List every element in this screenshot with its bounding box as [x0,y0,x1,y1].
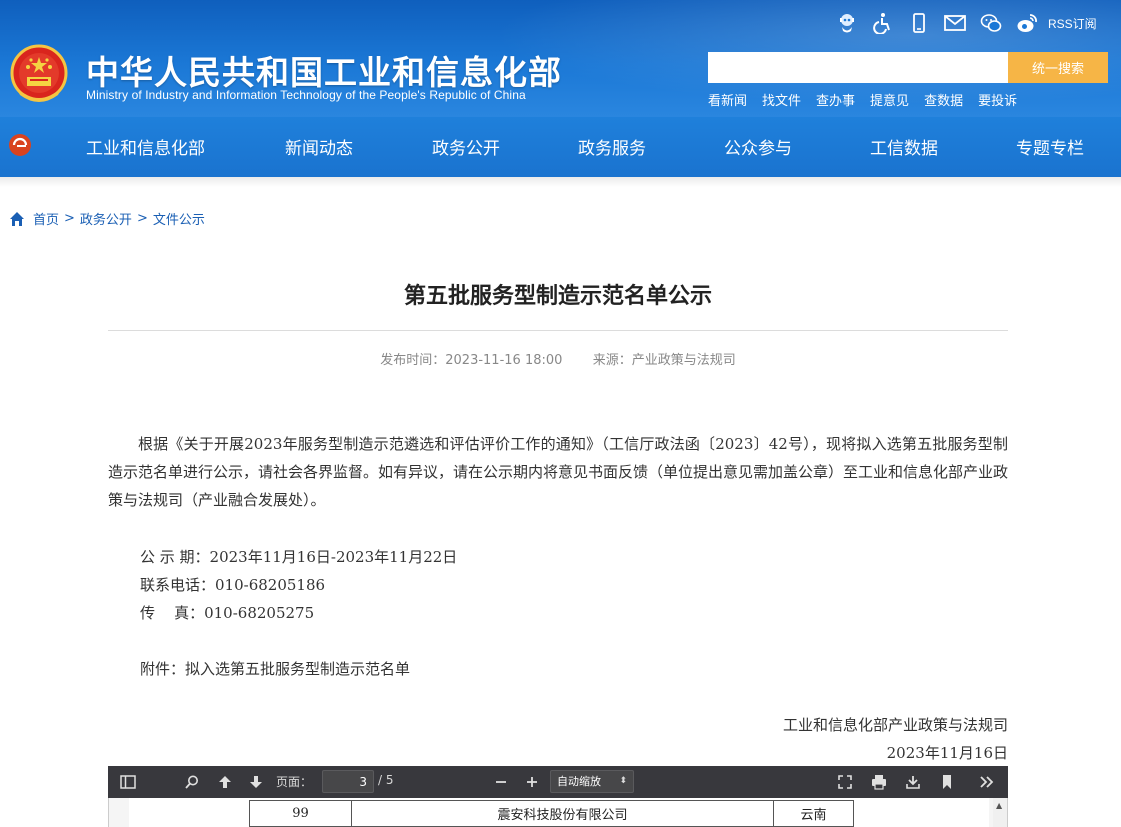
pdf-document-view[interactable]: 99 震安科技股份有限公司 云南 ▲ [108,798,1008,827]
quick-link-services[interactable]: 查办事 [816,90,855,109]
sidebar-toggle-icon[interactable] [118,772,138,792]
publish-time: 2023-11-16 18:00 [445,353,563,368]
table-cell-no: 99 [249,800,352,827]
download-icon[interactable] [903,772,923,792]
quick-link-documents[interactable]: 找文件 [762,90,801,109]
home-icon[interactable] [9,211,25,227]
zoom-value: 自动缩放 [557,775,601,788]
presentation-mode-icon[interactable] [835,772,855,792]
mail-icon[interactable] [942,10,968,36]
nav-item-news[interactable]: 新闻动态 [285,134,353,159]
site-subtitle: Ministry of Industry and Information Tec… [86,88,526,102]
breadcrumb-home[interactable]: 首页 [33,209,59,228]
breadcrumb-separator: > [64,211,75,226]
pdf-table: 99 震安科技股份有限公司 云南 [249,800,854,827]
article-body: 根据《关于开展2023年服务型制造示范遴选和评估评价工作的通知》（工信厅政法函〔… [108,435,1009,509]
contact-fax: 传 真：010-68205275 [140,604,315,622]
nav-item-special-topics[interactable]: 专题专栏 [1016,134,1084,159]
quick-link-feedback[interactable]: 提意见 [870,90,909,109]
accessibility-icon[interactable] [870,10,896,36]
national-emblem-logo[interactable] [8,43,70,107]
nav-item-public-participation[interactable]: 公众参与 [724,134,792,159]
notice-period: 公 示 期：2023年11月16日-2023年11月22日 [140,548,458,566]
search-input[interactable] [708,52,1008,83]
title-divider [108,330,1008,331]
table-cell-region: 云南 [773,800,854,827]
next-page-icon[interactable] [246,772,266,792]
print-icon[interactable] [869,772,889,792]
page-total: / 5 [378,773,394,787]
site-title: 中华人民共和国工业和信息化部 [86,53,562,92]
find-icon[interactable] [182,772,202,792]
signature-org: 工业和信息化部产业政策与法规司 [782,716,1008,734]
breadcrumb: 首页 > 政务公开 > 文件公示 [9,209,205,228]
robot-assistant-icon[interactable] [834,10,860,36]
breadcrumb-gov-affairs[interactable]: 政务公开 [80,209,132,228]
table-cell-company: 震安科技股份有限公司 [351,800,774,827]
publish-time-label: 发布时间： [380,353,446,368]
table-row: 99 震安科技股份有限公司 云南 [249,800,854,827]
wechat-icon[interactable] [978,10,1004,36]
attachment-link[interactable]: 附件：拟入选第五批服务型制造示范名单 [140,658,410,679]
nav-item-ministry[interactable]: 工业和信息化部 [86,134,205,159]
rss-subscribe-link[interactable]: RSS订阅 [1048,15,1097,32]
search-button[interactable]: 统一搜索 [1008,52,1108,83]
signature-date: 2023年11月16日 [886,744,1008,762]
page-label: 页面： [276,775,313,789]
breadcrumb-separator: > [136,211,148,226]
breadcrumb-document-notice[interactable]: 文件公示 [153,209,205,228]
nav-item-gov-services[interactable]: 政务服务 [578,134,646,159]
site-header: 中华人民共和国工业和信息化部 Ministry of Industry and … [0,0,1121,117]
nav-item-gov-affairs[interactable]: 政务公开 [432,134,500,159]
page-number-input[interactable] [322,770,374,793]
previous-page-icon[interactable] [215,772,235,792]
zoom-select[interactable]: 自动缩放 ⬍ [550,770,634,793]
nav-shadow [0,177,1121,187]
quick-link-complaint[interactable]: 要投诉 [978,90,1017,109]
bookmark-icon[interactable] [937,772,957,792]
source-label: 来源： [592,353,632,368]
zoom-out-icon[interactable] [491,772,511,792]
mobile-icon[interactable] [906,10,932,36]
tools-menu-icon[interactable] [977,772,997,792]
select-caret-icon: ⬍ [619,776,627,786]
pdf-scrollbar[interactable]: ▲ [993,798,1007,827]
nav-item-data[interactable]: 工信数据 [870,134,938,159]
main-nav: 工业和信息化部 新闻动态 政务公开 政务服务 公众参与 工信数据 专题专栏 [0,117,1121,177]
quick-links: 看新闻 找文件 查办事 提意见 查数据 要投诉 [708,90,1032,109]
quick-link-data[interactable]: 查数据 [924,90,963,109]
weibo-icon[interactable] [1014,10,1040,36]
article-meta: 发布时间：2023-11-16 18:00 来源：产业政策与法规司 [108,349,1008,368]
source-name: 产业政策与法规司 [631,353,736,368]
pdf-toolbar: 页面： / 5 自动缩放 ⬍ [108,766,1008,798]
article-title: 第五批服务型制造示范名单公示 [403,284,712,309]
scroll-up-icon[interactable]: ▲ [996,801,1002,810]
pdf-page: 99 震安科技股份有限公司 云南 [129,798,989,827]
zoom-in-icon[interactable] [522,772,542,792]
contact-phone: 联系电话：010-68205186 [140,576,326,594]
quick-link-news[interactable]: 看新闻 [708,90,747,109]
utility-toolbar: RSS订阅 [834,10,1097,36]
